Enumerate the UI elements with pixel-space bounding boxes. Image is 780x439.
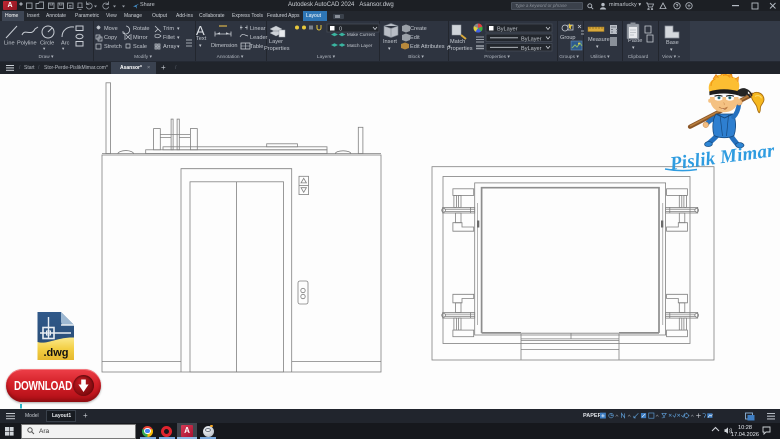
- svg-text:Pislik Mimar: Pislik Mimar: [668, 140, 777, 175]
- svg-text:.dwg: .dwg: [43, 347, 68, 359]
